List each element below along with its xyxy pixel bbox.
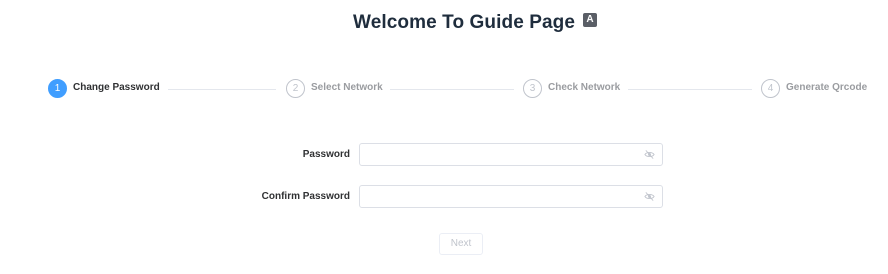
language-switch-button[interactable]: A — [583, 13, 597, 27]
translate-icon: A — [586, 14, 594, 25]
step-connector — [628, 89, 752, 90]
step-1-label: Change Password — [73, 82, 160, 93]
eye-off-icon[interactable] — [644, 149, 655, 160]
steps-bar: 1 Change Password 2 Select Network 3 Che… — [0, 79, 888, 101]
guide-page: Welcome To Guide Page A 1 Change Passwor… — [0, 0, 888, 274]
eye-off-icon[interactable] — [644, 191, 655, 202]
password-label: Password — [302, 149, 350, 160]
step-2-label: Select Network — [311, 82, 383, 93]
confirm-password-field-wrapper[interactable] — [359, 185, 663, 208]
step-4-circle: 4 — [761, 79, 780, 98]
next-button[interactable]: Next — [439, 233, 483, 255]
confirm-password-label: Confirm Password — [261, 191, 350, 202]
step-1-circle: 1 — [48, 79, 67, 98]
confirm-password-input[interactable] — [360, 186, 640, 207]
password-input[interactable] — [360, 144, 640, 165]
step-connector — [390, 89, 514, 90]
step-2-circle: 2 — [286, 79, 305, 98]
step-4-label: Generate Qrcode — [786, 82, 868, 93]
confirm-password-row: Confirm Password — [0, 185, 888, 209]
step-3-circle: 3 — [523, 79, 542, 98]
password-row: Password — [0, 143, 888, 167]
step-3-label: Check Network — [548, 82, 621, 93]
page-header: Welcome To Guide Page A — [0, 10, 888, 36]
page-title: Welcome To Guide Page — [353, 12, 576, 33]
password-field-wrapper[interactable] — [359, 143, 663, 166]
step-connector — [168, 89, 276, 90]
